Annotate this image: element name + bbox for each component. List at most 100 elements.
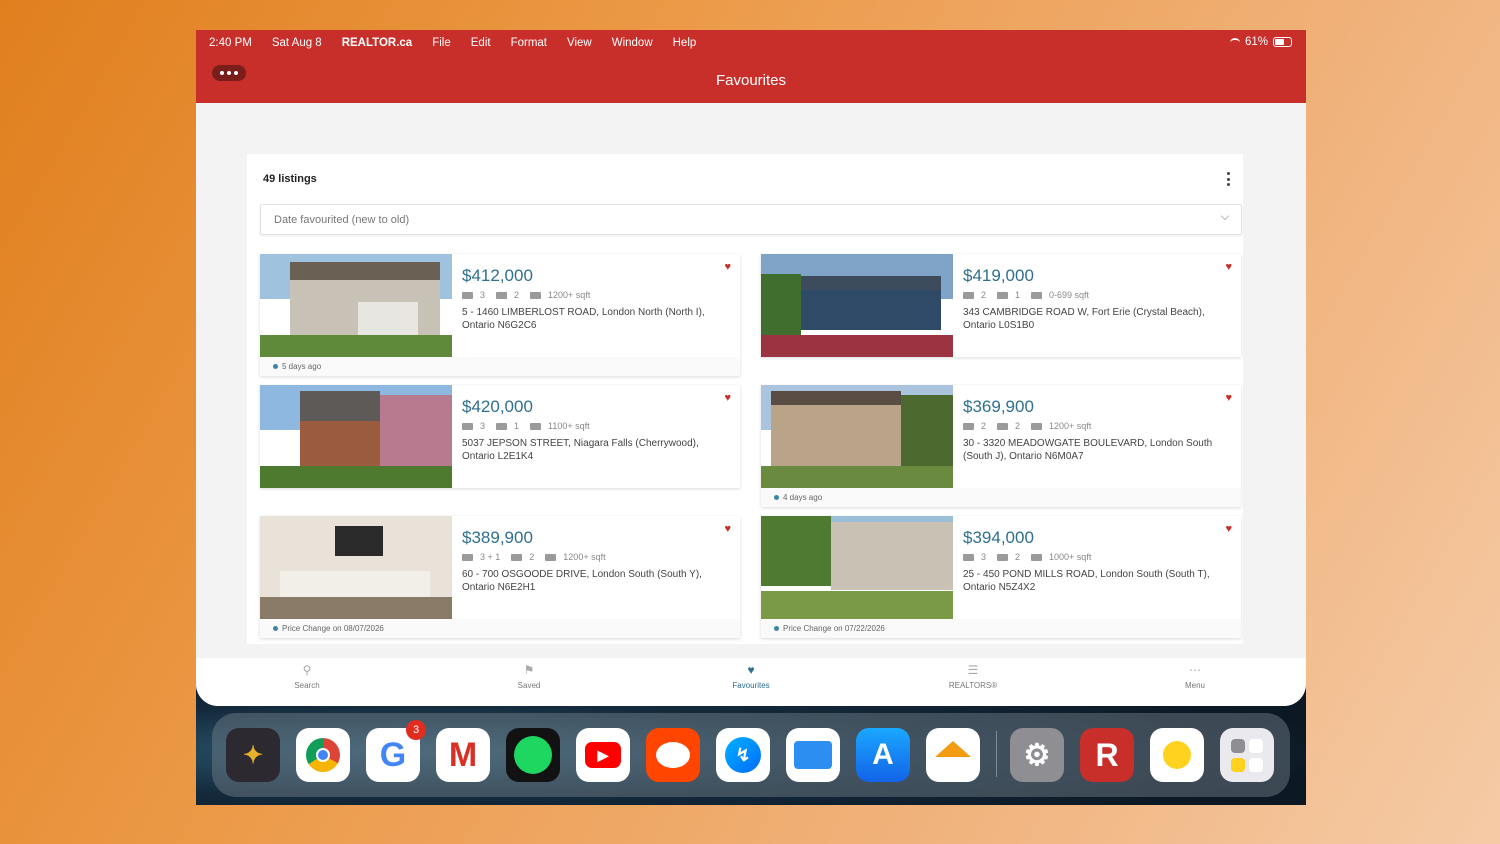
files-app-icon[interactable]: [786, 728, 840, 782]
size-value: 1200+ sqft: [563, 552, 606, 562]
bath-icon: [496, 422, 508, 430]
menu-file[interactable]: File: [432, 37, 451, 49]
listing-note-text: 5 days ago: [282, 362, 322, 371]
baths-count: 2: [1015, 552, 1021, 562]
google-app-icon[interactable]: G3: [366, 720, 426, 782]
favourite-heart-icon[interactable]: ♥: [1225, 392, 1232, 404]
bed-icon: [963, 422, 974, 430]
bottom-tab-bar: ⚲ Search ⚑ Saved ♥ Favourites ☰ REALTORS…: [196, 658, 1306, 706]
slack-app-icon[interactable]: ✦: [226, 728, 280, 782]
reddit-app-icon[interactable]: [646, 728, 700, 782]
tab-saved[interactable]: ⚑ Saved: [474, 663, 584, 690]
more-options-icon[interactable]: [1223, 172, 1233, 186]
favourite-heart-icon[interactable]: ♥: [724, 261, 731, 273]
app-store-icon[interactable]: A: [856, 728, 910, 782]
home-app-icon[interactable]: [926, 728, 980, 782]
listing-photo[interactable]: [260, 516, 452, 619]
favourites-map-icon: ♥: [747, 663, 755, 677]
bed-icon: [963, 291, 974, 299]
beds-count: 3: [480, 290, 486, 300]
tab-menu[interactable]: ⋯ Menu: [1140, 663, 1250, 690]
listing-photo[interactable]: [761, 516, 953, 619]
settings-gear-icon[interactable]: ⚙: [1010, 728, 1064, 782]
chevron-down-icon: [1220, 211, 1230, 221]
size-icon: [530, 422, 542, 430]
listing-card[interactable]: $419,000 2 1 0-699 sqft 343 CAMBRIDGE RO…: [761, 254, 1241, 357]
size-value: 1000+ sqft: [1049, 552, 1092, 562]
menu-app-name[interactable]: REALTOR.ca: [342, 37, 413, 49]
listing-note: Price Change on 08/07/2026: [273, 624, 384, 633]
folder-app-icon[interactable]: [1220, 728, 1274, 782]
battery-icon: [1273, 37, 1292, 47]
favourite-heart-icon[interactable]: ♥: [1225, 261, 1232, 273]
tab-label: Menu: [1184, 681, 1205, 690]
menu-help[interactable]: Help: [673, 37, 697, 49]
realtor-app-icon[interactable]: R: [1080, 728, 1134, 782]
listing-card[interactable]: $394,000 3 2 1000+ sqft 25 - 450 POND MI…: [761, 516, 1241, 638]
menu-dots-icon: ⋯: [1189, 663, 1201, 677]
tips-lightbulb-icon[interactable]: [1150, 728, 1204, 782]
baths-count: 2: [514, 290, 520, 300]
menu-format[interactable]: Format: [511, 37, 547, 49]
listing-card-body: $394,000 3 2 1000+ sqft 25 - 450 POND MI…: [761, 516, 1241, 619]
listing-address: 5037 JEPSON STREET, Niagara Falls (Cherr…: [462, 438, 699, 462]
baths-count: 1: [1015, 290, 1021, 300]
listing-price: $412,000: [462, 266, 533, 285]
bath-icon: [496, 291, 508, 299]
listing-note: 4 days ago: [774, 493, 822, 502]
status-dot-icon: [774, 495, 779, 500]
saved-map-icon: ⚑: [523, 663, 535, 677]
listing-card[interactable]: $412,000 3 2 1200+ sqft 5 - 1460 LIMBERL…: [260, 254, 740, 376]
baths-count: 1: [514, 421, 520, 431]
listing-card-body: $389,900 3 + 1 2 1200+ sqft 60 - 700 OSG…: [260, 516, 740, 619]
listing-price: $389,900: [462, 528, 533, 547]
status-dot-icon: [273, 364, 278, 369]
listing-count: 49 listings: [263, 173, 317, 185]
battery-percent: 61%: [1244, 36, 1268, 48]
sort-dropdown[interactable]: Date favourited (new to old): [260, 204, 1242, 235]
beds-count: 2: [981, 290, 987, 300]
tab-realtors[interactable]: ☰ REALTORS®: [918, 663, 1028, 690]
spotify-app-icon[interactable]: [506, 728, 560, 782]
menu-window[interactable]: Window: [612, 37, 653, 49]
favourite-heart-icon[interactable]: ♥: [724, 392, 731, 404]
size-icon: [1031, 422, 1043, 430]
realtor-app-window: 2:40 PM Sat Aug 8 REALTOR.ca File Edit F…: [196, 30, 1306, 706]
status-date: Sat Aug 8: [271, 37, 322, 49]
favourite-heart-icon[interactable]: ♥: [724, 523, 731, 535]
size-value: 0-699 sqft: [1049, 290, 1090, 300]
listing-card[interactable]: $369,900 2 2 1200+ sqft 30 - 3320 MEADOW…: [761, 385, 1241, 507]
bath-icon: [997, 422, 1009, 430]
chrome-app-icon[interactable]: [296, 728, 350, 782]
listing-meta: 3 + 1 2 1200+ sqft: [462, 552, 617, 562]
wifi-icon: [1229, 37, 1240, 47]
size-icon: [530, 291, 542, 299]
gmail-app-icon[interactable]: M: [436, 728, 490, 782]
messenger-app-icon[interactable]: ↯: [716, 728, 770, 782]
listing-card[interactable]: $389,900 3 + 1 2 1200+ sqft 60 - 700 OSG…: [260, 516, 740, 638]
listing-photo[interactable]: [260, 254, 452, 357]
listing-note: Price Change on 07/22/2026: [774, 624, 885, 633]
listing-photo[interactable]: [761, 385, 953, 488]
tab-search[interactable]: ⚲ Search: [252, 663, 362, 690]
menu-edit[interactable]: Edit: [471, 37, 491, 49]
listing-note-text: 4 days ago: [783, 493, 823, 502]
listing-photo[interactable]: [761, 254, 953, 357]
listing-price: $369,900: [963, 397, 1034, 416]
bed-icon: [462, 291, 473, 299]
beds-count: 3: [480, 421, 486, 431]
listing-photo[interactable]: [260, 385, 452, 488]
menu-view[interactable]: View: [567, 37, 592, 49]
tab-label: Search: [294, 681, 320, 690]
favourite-heart-icon[interactable]: ♥: [1225, 523, 1232, 535]
youtube-app-icon[interactable]: ▶: [576, 728, 630, 782]
listing-card[interactable]: $420,000 3 1 1100+ sqft 5037 JEPSON STRE…: [260, 385, 740, 488]
baths-count: 2: [529, 552, 535, 562]
realtors-icon: ☰: [967, 663, 979, 677]
top-bar: 2:40 PM Sat Aug 8 REALTOR.ca File Edit F…: [196, 30, 1306, 103]
tab-label: REALTORS®: [948, 681, 998, 690]
size-value: 1200+ sqft: [548, 290, 591, 300]
tab-favourites[interactable]: ♥ Favourites: [696, 663, 806, 690]
listing-note-text: Price Change on 08/07/2026: [282, 624, 384, 633]
listing-meta: 3 1 1100+ sqft: [462, 421, 601, 431]
